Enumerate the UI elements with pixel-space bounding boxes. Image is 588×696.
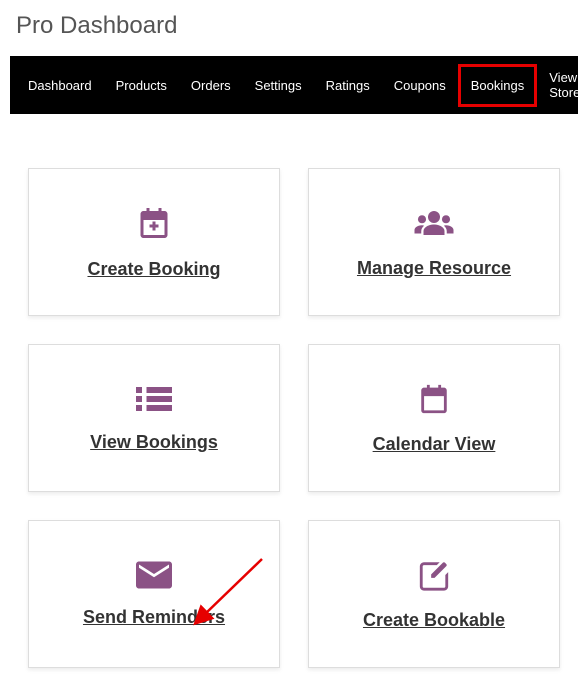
edit-square-icon [417, 558, 451, 592]
nav-item-view-store[interactable]: View Store [537, 56, 588, 114]
card-send-reminders[interactable]: Send Reminders [28, 520, 280, 668]
nav-item-settings[interactable]: Settings [243, 64, 314, 107]
card-label: Calendar View [373, 434, 496, 455]
nav-item-bookings[interactable]: Bookings [458, 64, 537, 107]
nav-item-orders[interactable]: Orders [179, 64, 243, 107]
card-view-bookings[interactable]: View Bookings [28, 344, 280, 492]
card-create-bookable[interactable]: Create Bookable [308, 520, 560, 668]
card-label: View Bookings [90, 432, 218, 453]
cards-grid: Create Booking Manage Resource [0, 114, 588, 696]
card-calendar-view[interactable]: Calendar View [308, 344, 560, 492]
card-label: Create Booking [87, 259, 220, 280]
card-create-booking[interactable]: Create Booking [28, 168, 280, 316]
nav-item-ratings[interactable]: Ratings [314, 64, 382, 107]
nav-item-dashboard[interactable]: Dashboard [16, 64, 104, 107]
calendar-plus-icon [136, 205, 172, 241]
card-label: Manage Resource [357, 258, 511, 279]
card-manage-resource[interactable]: Manage Resource [308, 168, 560, 316]
nav-item-coupons[interactable]: Coupons [382, 64, 458, 107]
card-label: Create Bookable [363, 610, 505, 631]
navbar: Dashboard Products Orders Settings Ratin… [10, 56, 578, 114]
users-icon [413, 206, 455, 240]
page-title: Pro Dashboard [0, 0, 588, 56]
card-label: Send Reminders [83, 607, 225, 628]
nav-item-products[interactable]: Products [104, 64, 179, 107]
envelope-icon [136, 561, 172, 589]
calendar-icon [417, 382, 451, 416]
list-icon [136, 384, 172, 414]
